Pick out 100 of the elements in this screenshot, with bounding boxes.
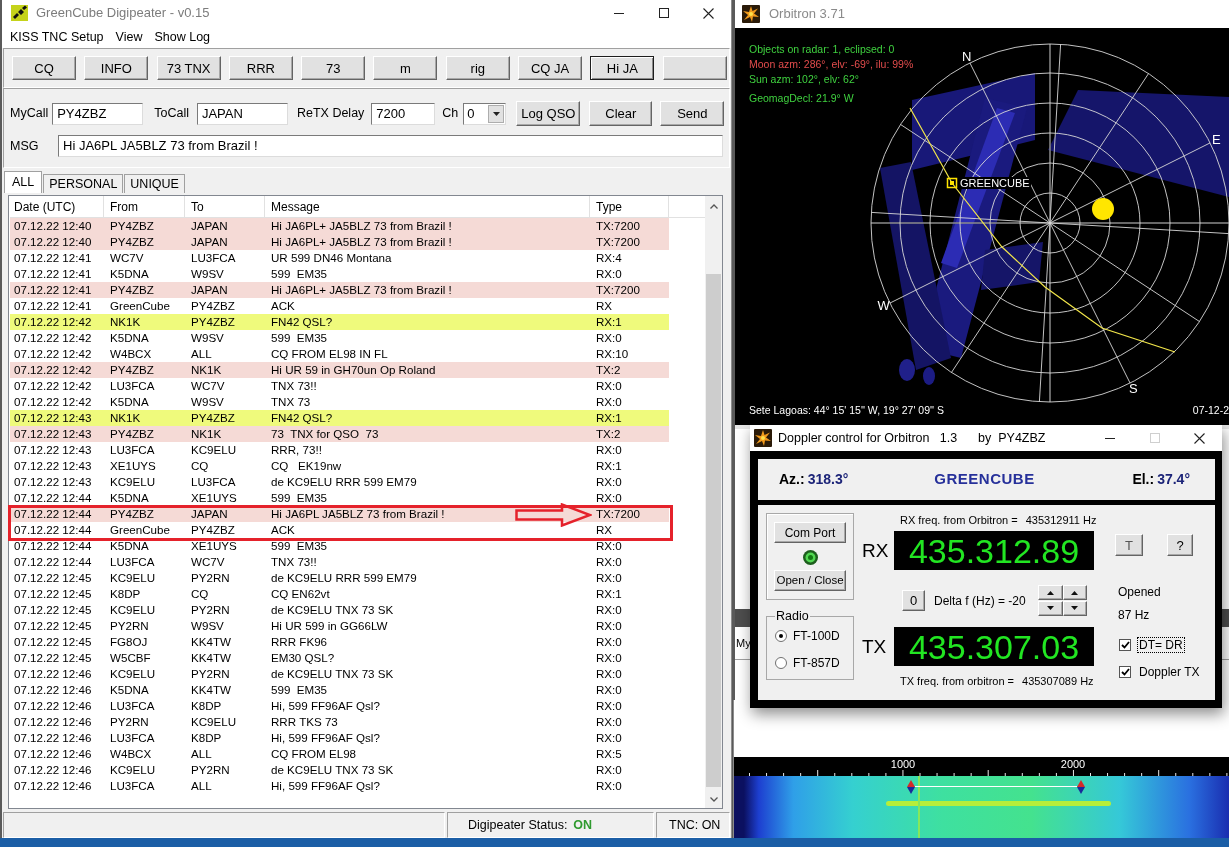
checkbox-icon[interactable] (1119, 666, 1131, 678)
table-cell-text: RX:0 (595, 378, 623, 394)
spin-up-button[interactable] (1038, 585, 1063, 600)
scroll-up-icon[interactable] (709, 203, 718, 209)
table-cell-text: RRR, 73!! (270, 442, 323, 458)
scrollbar-thumb[interactable] (706, 274, 721, 787)
close-icon[interactable] (703, 7, 714, 19)
spin-down-button[interactable] (1038, 600, 1063, 616)
offset-text: 87 Hz (1118, 608, 1150, 622)
checkbox-label[interactable]: DT= DR (1137, 637, 1185, 653)
side-button[interactable]: ? (1167, 534, 1193, 556)
status-label: TNC: ON (669, 816, 721, 834)
table-cell-text: FN42 QSL? (270, 314, 334, 330)
table-cell-text: EM30 QSL? (270, 650, 336, 666)
status-text: Opened (1118, 585, 1161, 599)
macro-button[interactable]: 73 TNX (156, 56, 221, 80)
macro-button[interactable]: rig (445, 56, 510, 80)
rx-label: RX (862, 541, 890, 560)
table-cell-text: RX (595, 298, 614, 314)
spin-down-button[interactable] (1062, 600, 1087, 616)
table-cell-text: RX:0 (595, 666, 623, 682)
macro-button[interactable]: RRR (228, 56, 293, 80)
table-cell-text: PY4ZBZ (109, 362, 155, 378)
table-cell-text: W9SV (190, 394, 225, 410)
column-header[interactable]: Date (UTC) (10, 196, 104, 218)
action-button[interactable]: Send (660, 101, 725, 126)
table-cell-text: LU3FCA (109, 730, 156, 746)
channel-select[interactable]: 0 (463, 102, 507, 125)
menu-item[interactable]: Show Log (154, 27, 211, 47)
maximize-icon[interactable] (658, 8, 669, 18)
table-cell-text: KC9ELU (109, 570, 157, 586)
radio-icon[interactable] (775, 630, 787, 642)
macro-button[interactable]: CQ JA (518, 56, 583, 80)
table-cell-text: WC7V (190, 378, 226, 394)
table-cell-text: RRR FK96 (270, 634, 329, 650)
com-port-button[interactable]: Com Port (774, 522, 846, 543)
table-cell-text: KK4TW (190, 682, 232, 698)
input-field[interactable]: 7200 (371, 102, 436, 125)
info-text: Objects on radar: 1, eclipsed: 0 (749, 42, 896, 57)
action-button[interactable]: Clear (589, 101, 653, 126)
table-cell-text: KC9ELU (109, 666, 157, 682)
column-header[interactable]: Type (590, 196, 669, 218)
radio-option[interactable]: FT-857D (775, 656, 845, 670)
table-cell-text: CQ EK19nw (270, 458, 343, 474)
tab[interactable]: ALL (4, 171, 43, 193)
zero-button[interactable]: 0 (902, 590, 925, 611)
column-header[interactable]: From (104, 196, 185, 218)
table-cell-text: K5DNA (109, 682, 150, 698)
location-text: Sete Lagoas: 44° 15' 15'' W, 19° 27' 09'' S (749, 404, 944, 417)
scrollbar[interactable] (705, 196, 722, 808)
tab[interactable]: UNIQUE (124, 174, 185, 193)
tab[interactable]: PERSONAL (43, 174, 124, 193)
table-cell-text: LU3FCA (190, 474, 237, 490)
message-field[interactable]: Hi JA6PL JA5BLZ 73 from Brazil ! (58, 135, 723, 157)
table-cell-text: CQ (190, 586, 210, 602)
macro-button[interactable]: CQ (12, 56, 76, 80)
menu-item[interactable]: View (115, 27, 143, 47)
macro-button[interactable]: Hi JA (590, 56, 655, 80)
table-cell-text: PY4ZBZ (190, 410, 236, 426)
macro-button[interactable] (662, 56, 727, 80)
scroll-down-icon[interactable] (709, 797, 718, 802)
menu-item[interactable]: KISS TNC Setup (10, 27, 104, 47)
table-cell-text: RX:0 (595, 538, 623, 554)
tx-label: TX (862, 637, 888, 656)
open-close-button[interactable]: Open / Close (774, 570, 846, 591)
action-button[interactable]: Log QSO (516, 101, 581, 126)
column-header[interactable]: To (185, 196, 265, 218)
table-cell-text: KK4TW (190, 650, 232, 666)
table-cell-text: 599 EM35 (270, 330, 329, 346)
spin-up-button[interactable] (1062, 585, 1087, 600)
macro-button[interactable]: INFO (84, 56, 149, 80)
table-cell-text: LU3FCA (190, 250, 237, 266)
checkbox-icon[interactable] (1119, 639, 1131, 651)
checkbox-label[interactable]: Doppler TX (1137, 664, 1202, 680)
table-cell-text: 07.12.22 12:45 (13, 570, 93, 586)
table-cell-text: FN42 QSL? (270, 410, 334, 426)
frequency-display: 435.312.89 (894, 531, 1094, 570)
column-header[interactable]: Message (265, 196, 590, 218)
table-cell-text: NK1K (190, 362, 223, 378)
group-label: Radio (775, 609, 810, 623)
minimize-icon[interactable] (1104, 437, 1115, 439)
input-field[interactable]: JAPAN (196, 102, 288, 125)
table-cell-text: RX:0 (595, 394, 623, 410)
table-cell-text: 07.12.22 12:43 (13, 474, 93, 490)
table-cell-text: NK1K (109, 410, 142, 426)
table-cell-text: RX:0 (595, 602, 623, 618)
close-icon[interactable] (1194, 432, 1205, 444)
radio-option[interactable]: FT-100D (775, 629, 845, 643)
macro-button[interactable]: m (373, 56, 438, 80)
input-field[interactable]: PY4ZBZ (52, 102, 144, 125)
table-cell-text: 599 EM35 (270, 682, 329, 698)
table-cell-text: CQ FROM EL98 IN FL (270, 346, 389, 362)
minimize-icon[interactable] (613, 12, 624, 14)
burst-icon (742, 5, 760, 23)
table-cell-text: 07.12.22 12:42 (13, 378, 93, 394)
table-cell-text: WC7V (190, 554, 226, 570)
table-cell-text: 07.12.22 12:43 (13, 426, 93, 442)
macro-button[interactable]: 73 (301, 56, 366, 80)
radio-icon[interactable] (775, 657, 787, 669)
side-button[interactable]: T (1115, 534, 1143, 556)
